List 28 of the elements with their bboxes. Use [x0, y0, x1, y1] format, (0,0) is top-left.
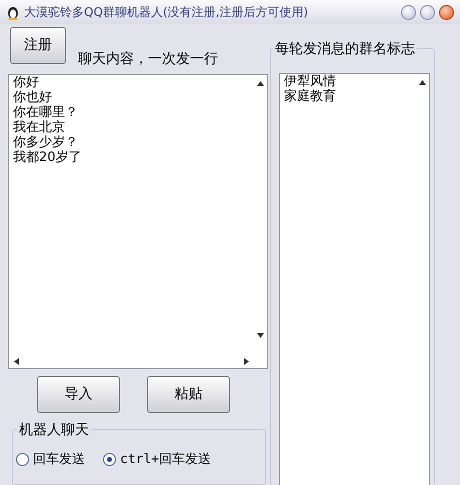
text-line: 伊犁风情 [284, 74, 336, 89]
scroll-down-icon[interactable] [256, 333, 264, 338]
text-line: 家庭教育 [284, 89, 336, 104]
radio-button[interactable] [103, 453, 116, 466]
maximize-button[interactable] [420, 4, 435, 20]
text-line: 你也好 [13, 90, 52, 105]
window-title: 大漠驼铃多QQ群聊机器人(没有注册,注册后方可使用) [24, 4, 310, 21]
scroll-left-icon[interactable] [14, 358, 19, 365]
text-line: 我在北京 [13, 120, 65, 135]
scroll-right-icon[interactable] [244, 358, 249, 365]
radio-label: ctrl+回车发送 [120, 451, 212, 470]
text-line: 你多少岁？ [13, 135, 78, 150]
minimize-button[interactable] [401, 4, 416, 20]
text-line: 你好 [13, 75, 39, 90]
import-button[interactable]: 导入 [37, 376, 120, 414]
close-button[interactable] [439, 4, 454, 20]
text-line: 我都20岁了 [13, 150, 82, 165]
chat-content-label: 聊天内容，一次发一行 [78, 50, 218, 69]
group-names-textarea[interactable]: 伊犁风情 家庭教育 [279, 73, 430, 485]
scroll-up-icon[interactable] [256, 81, 264, 86]
radio-button[interactable] [16, 453, 29, 466]
text-line: 你在哪里？ [13, 105, 78, 120]
chat-textarea[interactable]: 你好 你也好 你在哪里？ 我在北京 你多少岁？ 我都20岁了 [8, 74, 268, 370]
paste-button[interactable]: 粘贴 [147, 376, 230, 414]
penguin-icon [6, 4, 20, 20]
register-button[interactable]: 注册 [10, 27, 66, 64]
scroll-up-icon[interactable] [418, 80, 426, 85]
radio-label: 回车发送 [33, 451, 85, 470]
